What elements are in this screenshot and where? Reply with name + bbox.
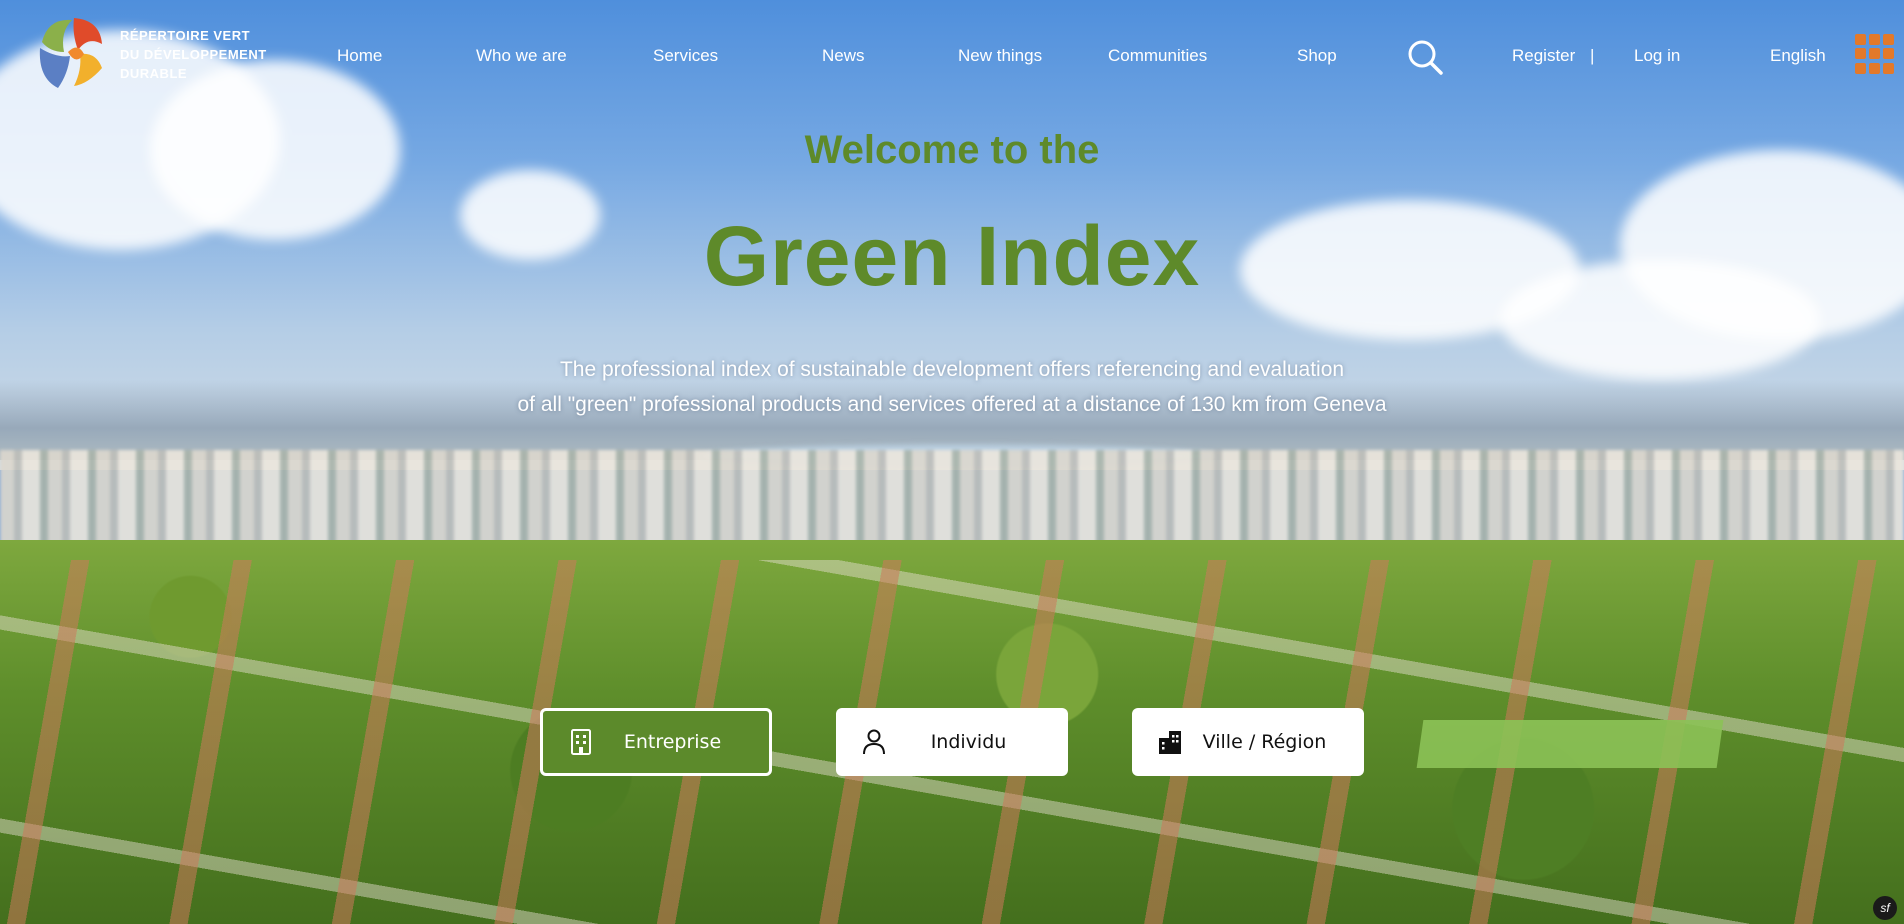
top-navigation: RÉPERTOIRE VERT DU DÉVELOPPEMENT DURABLE… — [0, 0, 1904, 110]
language-selector[interactable]: English — [1770, 46, 1826, 66]
category-ville-region-button[interactable]: Ville / Région — [1132, 708, 1364, 776]
logo-mark-icon — [30, 12, 110, 92]
nav-home[interactable]: Home — [337, 46, 382, 66]
nav-news[interactable]: News — [822, 46, 865, 66]
search-icon[interactable] — [1406, 38, 1444, 76]
category-individu-button[interactable]: Individu — [836, 708, 1068, 776]
nav-new-things[interactable]: New things — [958, 46, 1042, 66]
nav-shop[interactable]: Shop — [1297, 46, 1337, 66]
site-logo[interactable]: RÉPERTOIRE VERT DU DÉVELOPPEMENT DURABLE — [30, 12, 280, 92]
nav-who-we-are[interactable]: Who we are — [476, 46, 567, 66]
logo-line: DU DÉVELOPPEMENT — [120, 47, 267, 62]
category-label: Entreprise — [623, 731, 722, 753]
category-entreprise-button[interactable]: Entreprise — [540, 708, 772, 776]
register-link[interactable]: Register — [1512, 46, 1575, 66]
logo-line: DURABLE — [120, 66, 188, 81]
category-label: Individu — [930, 731, 1007, 753]
login-link[interactable]: Log in — [1634, 46, 1680, 66]
page-title: Green Index — [703, 209, 1201, 303]
hero-welcome: Welcome to the — [804, 128, 1100, 172]
person-icon — [861, 728, 887, 756]
description-line: The professional index of sustainable de… — [559, 358, 1345, 381]
category-label: Ville / Région — [1202, 731, 1327, 753]
apps-grid-icon[interactable] — [1855, 34, 1895, 74]
sports-field — [1416, 720, 1724, 768]
hero-description: The professional index of sustainable de… — [0, 352, 1904, 422]
debug-toolbar-icon[interactable]: sf — [1873, 896, 1897, 920]
nav-separator: | — [1590, 46, 1595, 65]
nav-services[interactable]: Services — [653, 46, 718, 66]
nav-communities[interactable]: Communities — [1108, 46, 1207, 66]
building-icon — [568, 728, 594, 756]
logo-text: RÉPERTOIRE VERT DU DÉVELOPPEMENT DURABLE — [120, 26, 267, 83]
city-icon — [1157, 728, 1183, 756]
logo-line: RÉPERTOIRE VERT — [120, 28, 251, 43]
description-line: of all "green" professional products and… — [517, 393, 1387, 416]
